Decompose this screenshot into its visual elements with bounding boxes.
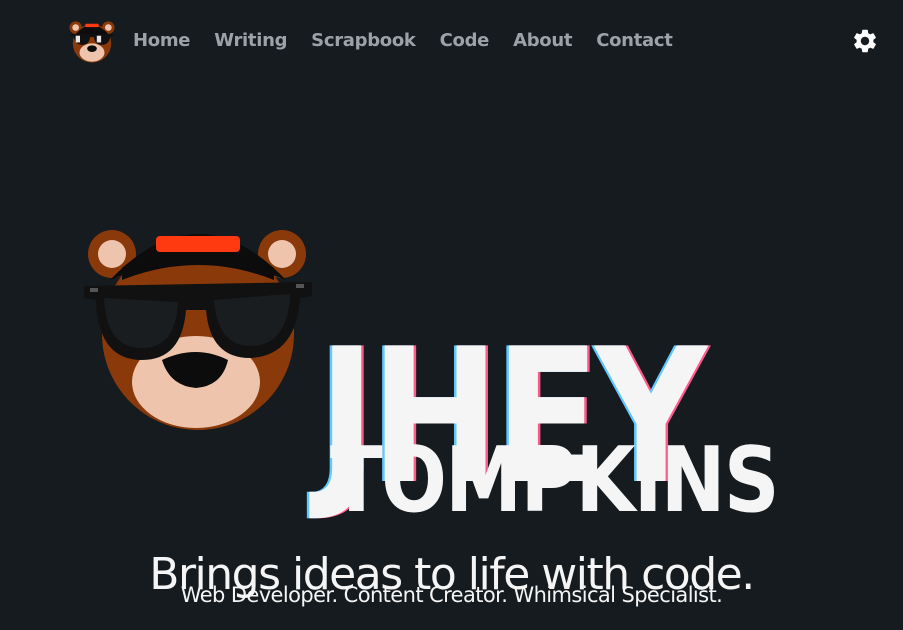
logo-home-link[interactable] (68, 17, 116, 65)
page: Home Writing Scrapbook Code About Contac… (0, 0, 903, 630)
nav-about-link[interactable]: About (513, 28, 572, 54)
nav-writing-link[interactable]: Writing (214, 28, 287, 54)
nav-code-link[interactable]: Code (440, 28, 490, 54)
nav-home-link[interactable]: Home (133, 28, 191, 54)
nav-contact-link[interactable]: Contact (596, 28, 673, 54)
nav-scrapbook-link[interactable]: Scrapbook (311, 28, 416, 54)
bear-mascot-icon (69, 21, 115, 63)
hero-last-name: TOMPKINS (330, 427, 780, 533)
settings-button[interactable] (851, 27, 879, 55)
gear-icon (854, 29, 876, 53)
bear-mascot-icon (84, 230, 312, 430)
site-header: Home Writing Scrapbook Code About Contac… (0, 0, 903, 82)
hero-mascot (82, 210, 318, 438)
main-nav: Home Writing Scrapbook Code About Contac… (133, 28, 697, 54)
hero-subtitle: Web Developer. Content Creator. Whimsica… (180, 583, 723, 607)
